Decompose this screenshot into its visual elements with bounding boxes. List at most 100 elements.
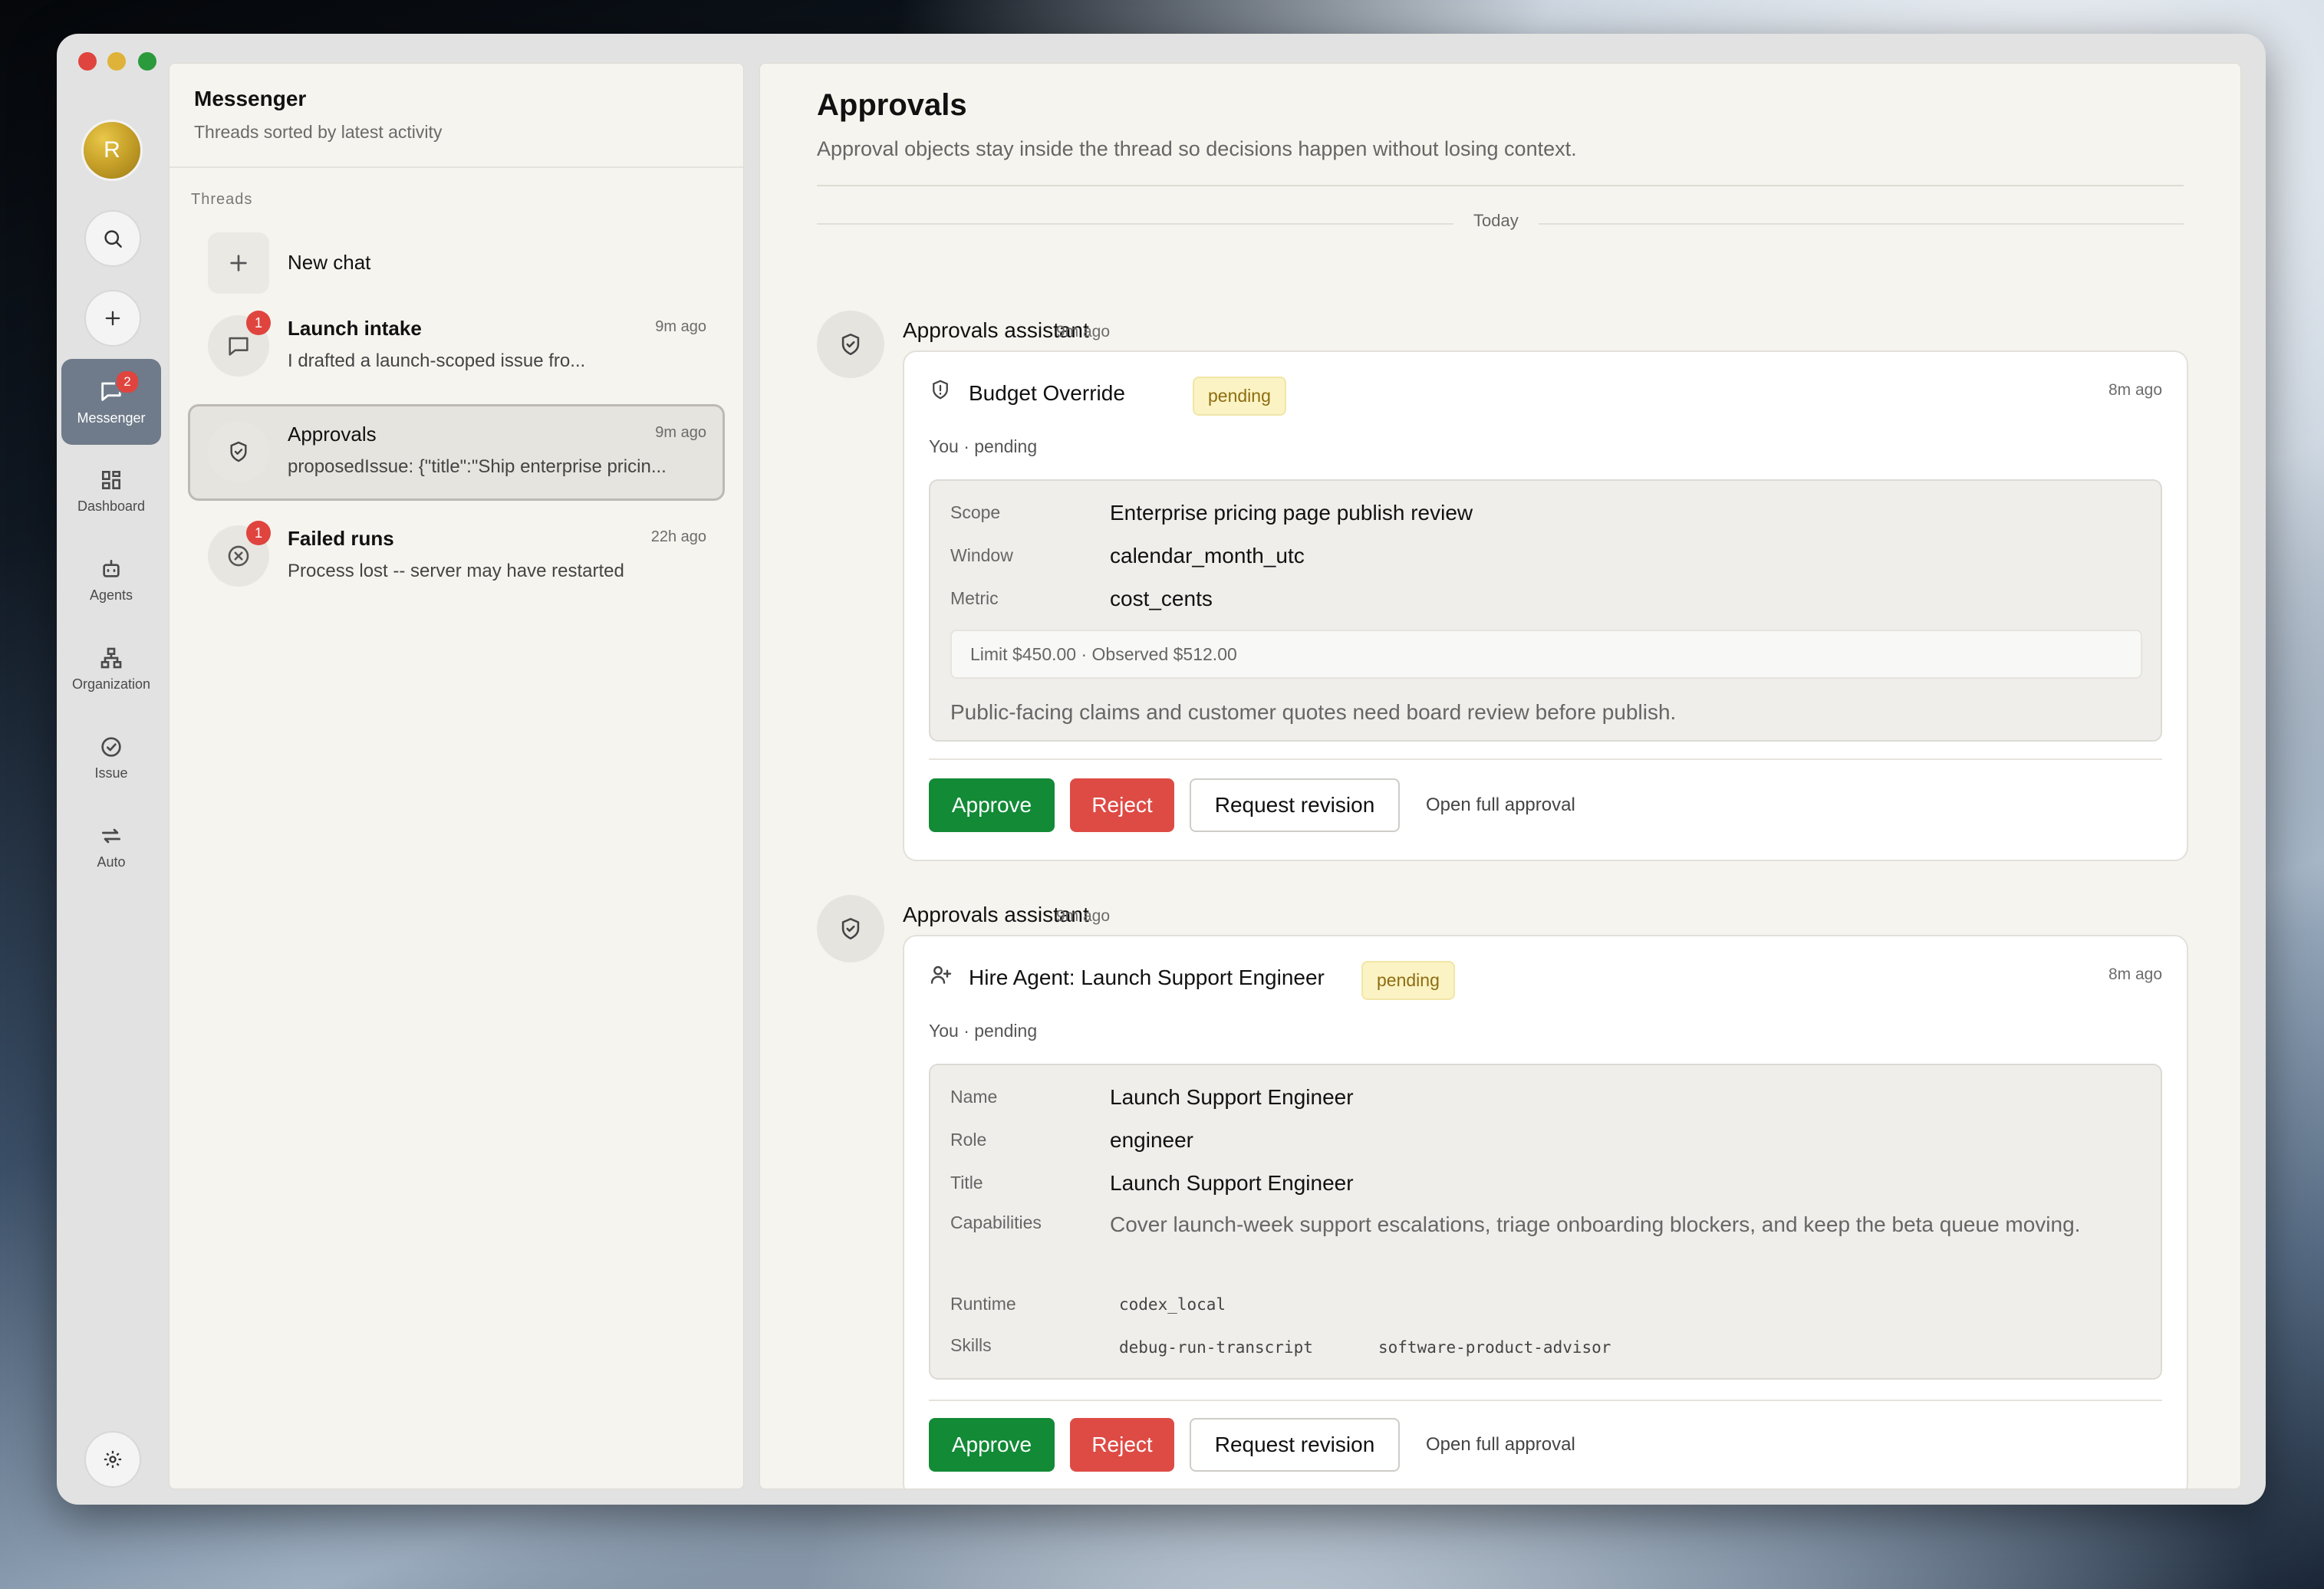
open-full-approval-link[interactable]: Open full approval [1426, 778, 1610, 832]
thread-item-approvals[interactable]: Approvals 9m ago proposedIssue: {"title"… [188, 404, 725, 501]
threads-header: Messenger Threads sorted by latest activ… [170, 64, 743, 168]
actions-divider [929, 758, 2162, 760]
add-button[interactable] [84, 290, 141, 347]
skill-chip: debug-run-transcript [1119, 1338, 1313, 1357]
rail-item-label: Auto [97, 854, 126, 870]
field-value: calendar_month_utc [1110, 544, 1305, 568]
rail-item-label: Dashboard [77, 498, 146, 514]
search-button[interactable] [84, 210, 141, 267]
shield-alert-icon [933, 380, 948, 400]
robot-icon [103, 559, 120, 577]
new-chat-icon-box [208, 232, 269, 294]
message-hire-agent: Approvals assistant 9m ago Hire Agent: L… [817, 895, 2188, 1489]
field-key: Title [950, 1173, 983, 1193]
field-key: Runtime [950, 1294, 1016, 1314]
dashboard-grid-icon [102, 470, 120, 489]
user-plus-icon [930, 966, 952, 984]
check-circle-icon [101, 736, 121, 757]
thread-time: 9m ago [655, 424, 706, 441]
new-chat-button[interactable]: New chat [188, 219, 725, 309]
message-budget-override: Approvals assistant 9m ago Budget Overri… [817, 311, 2188, 863]
approval-time: 8m ago [2108, 381, 2162, 399]
rail-item-label: Messenger [77, 410, 146, 426]
rail-item-label: Issue [94, 765, 128, 781]
rail-item-issue[interactable]: Issue [61, 715, 161, 801]
reject-button[interactable]: Reject [1070, 778, 1174, 832]
x-circle-icon [228, 545, 249, 567]
field-value: Enterprise pricing page publish review [1110, 501, 1473, 525]
field-key: Scope [950, 502, 1001, 522]
rail-item-dashboard[interactable]: Dashboard [61, 448, 161, 534]
app-window: R 2 Messenger Dashboard Agents Organizat… [57, 34, 2266, 1505]
approval-details: Scope Enterprise pricing page publish re… [929, 479, 2162, 742]
approval-title: Budget Override [969, 381, 1125, 405]
request-revision-button[interactable]: Request revision [1190, 778, 1400, 832]
messenger-unread-badge: 2 [115, 370, 140, 394]
thread-preview: I drafted a launch-scoped issue fro... [288, 350, 586, 371]
assistant-avatar [817, 895, 884, 962]
field-key: Capabilities [950, 1212, 1042, 1232]
field-key: Metric [950, 588, 999, 608]
request-revision-button[interactable]: Request revision [1190, 1418, 1400, 1472]
threads-panel: Messenger Threads sorted by latest activ… [169, 63, 744, 1489]
user-avatar[interactable]: R [81, 120, 143, 181]
page-title: Approvals [817, 88, 967, 122]
approval-title: Hire Agent: Launch Support Engineer [969, 966, 1325, 989]
approval-card: Budget Override pending 8m ago You · pen… [903, 350, 2188, 861]
approval-note: Public-facing claims and customer quotes… [950, 700, 1677, 724]
threads-title: Messenger [194, 87, 307, 110]
conversation-pane: Approvals Approval objects stay inside t… [759, 63, 2241, 1489]
thread-name: Approvals [288, 423, 377, 446]
shield-check-icon [841, 333, 860, 356]
approve-button[interactable]: Approve [929, 1418, 1055, 1472]
thread-unread-badge: 1 [246, 521, 271, 545]
header-divider [817, 185, 2184, 186]
status-badge: pending [1361, 961, 1455, 1000]
field-key: Window [950, 545, 1013, 565]
rail-item-messenger[interactable]: 2 Messenger [61, 359, 161, 445]
org-chart-icon [100, 647, 122, 668]
avatar-initial: R [104, 137, 120, 163]
repeat-arrows-icon [102, 828, 120, 843]
settings-button[interactable] [84, 1431, 141, 1488]
rail-item-agents[interactable]: Agents [61, 537, 161, 623]
shield-check-icon [230, 441, 247, 462]
assistant-avatar [817, 311, 884, 378]
new-chat-label: New chat [288, 251, 371, 274]
nav-rail: R 2 Messenger Dashboard Agents Organizat… [57, 34, 166, 1505]
field-value: Cover launch-week support escalations, t… [1110, 1212, 2081, 1236]
rail-item-label: Organization [71, 676, 151, 692]
open-full-approval-link[interactable]: Open full approval [1426, 1418, 1610, 1472]
plus-icon [105, 311, 120, 326]
skill-chip: software-product-advisor [1378, 1338, 1611, 1357]
field-key: Role [950, 1130, 987, 1150]
approve-button[interactable]: Approve [929, 778, 1055, 832]
approval-requester: You · pending [929, 1021, 1038, 1041]
approval-card: Hire Agent: Launch Support Engineer pend… [903, 935, 2188, 1489]
search-icon [104, 230, 122, 248]
thread-preview: proposedIssue: {"title":"Ship enterprise… [288, 456, 667, 477]
approval-requester: You · pending [929, 436, 1038, 456]
field-key: Skills [950, 1335, 992, 1355]
approval-details: Name Launch Support Engineer Role engine… [929, 1064, 2162, 1380]
message-time: 9m ago [1056, 907, 1111, 925]
plus-icon [230, 255, 247, 271]
rail-item-organization[interactable]: Organization [61, 626, 161, 712]
field-value: Launch Support Engineer [1110, 1171, 1354, 1195]
reject-button[interactable]: Reject [1070, 1418, 1174, 1472]
thread-item-failed-runs[interactable]: 1 Failed runs 22h ago Process lost -- se… [188, 508, 725, 605]
rail-item-label: Agents [89, 587, 133, 603]
thread-icon [208, 421, 269, 482]
day-label: Today [1453, 211, 1539, 231]
thread-item-launch-intake[interactable]: 1 Launch intake 9m ago I drafted a launc… [188, 298, 725, 395]
runtime-chip: codex_local [1119, 1295, 1226, 1314]
field-value: Launch Support Engineer [1110, 1085, 1354, 1109]
page-subtitle: Approval objects stay inside the thread … [817, 137, 1577, 160]
thread-name: Launch intake [288, 317, 422, 340]
thread-name: Failed runs [288, 527, 394, 550]
shield-check-icon [841, 917, 860, 940]
rail-item-auto[interactable]: Auto [61, 804, 161, 890]
thread-unread-badge: 1 [246, 311, 271, 335]
threads-subtitle: Threads sorted by latest activity [194, 122, 443, 142]
actions-divider [929, 1400, 2162, 1401]
